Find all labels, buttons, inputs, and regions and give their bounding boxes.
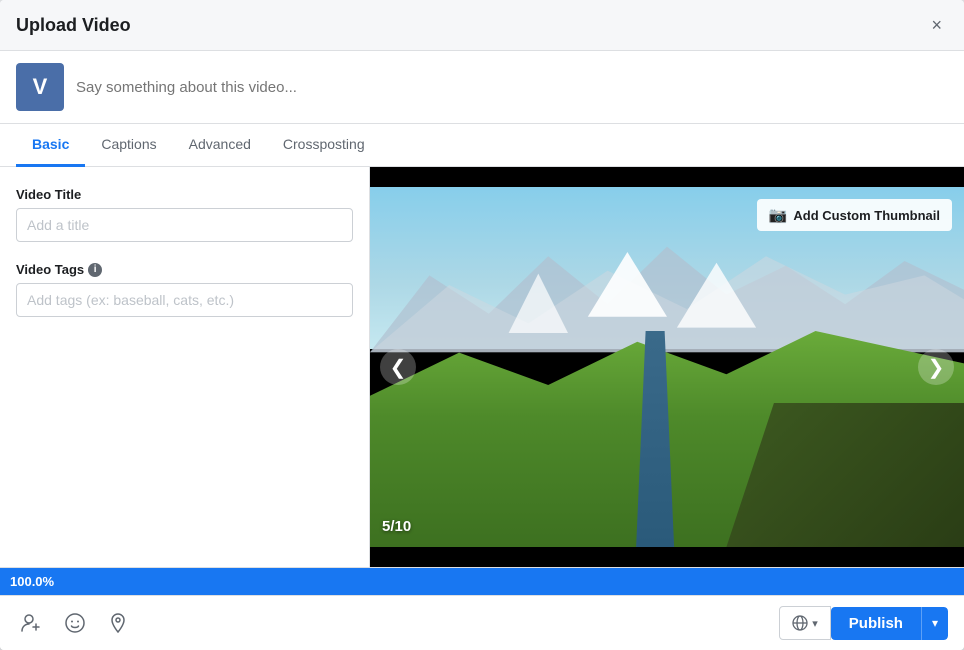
left-panel: Video Title Video Tags i: [0, 167, 370, 567]
footer-right: ▾ Publish ▾: [779, 606, 948, 640]
video-title-label: Video Title: [16, 187, 353, 202]
progress-bar-container: 100.0%: [0, 567, 964, 595]
audience-button[interactable]: ▾: [779, 606, 831, 640]
publish-button[interactable]: Publish: [831, 607, 921, 640]
video-thumbnail: 📷 Add Custom Thumbnail ❮ ❯ 5/10: [370, 187, 964, 547]
emoji-icon: [64, 612, 86, 634]
publish-dropdown-button[interactable]: ▾: [921, 607, 948, 640]
camera-icon: 📷: [769, 206, 788, 224]
tab-captions[interactable]: Captions: [85, 124, 172, 167]
avatar: V: [16, 63, 64, 111]
video-container: 📷 Add Custom Thumbnail ❮ ❯ 5/10: [370, 167, 964, 567]
modal-title: Upload Video: [16, 15, 131, 36]
publish-group: Publish ▾: [831, 607, 948, 640]
footer-left: [16, 608, 132, 638]
modal-header: Upload Video ×: [0, 0, 964, 51]
tab-basic[interactable]: Basic: [16, 124, 85, 167]
tab-crossposting[interactable]: Crossposting: [267, 124, 381, 167]
status-bar: V: [0, 51, 964, 124]
location-icon: [108, 612, 128, 634]
tags-info-icon[interactable]: i: [88, 263, 102, 277]
status-input[interactable]: [76, 79, 948, 96]
close-button[interactable]: ×: [925, 14, 948, 36]
video-title-input[interactable]: [16, 208, 353, 242]
slide-counter: 5/10: [382, 518, 411, 535]
video-tags-input[interactable]: [16, 283, 353, 317]
progress-text: 100.0%: [10, 574, 54, 589]
footer: ▾ Publish ▾: [0, 595, 964, 650]
snow-peaks: [370, 252, 964, 360]
progress-bar-fill: 100.0%: [0, 568, 964, 595]
upload-video-modal: Upload Video × V Basic Captions Advanced…: [0, 0, 964, 650]
tag-friend-icon: [20, 612, 42, 634]
prev-arrow[interactable]: ❮: [380, 349, 416, 385]
next-arrow[interactable]: ❯: [918, 349, 954, 385]
tab-advanced[interactable]: Advanced: [173, 124, 267, 167]
location-button[interactable]: [104, 608, 132, 638]
add-thumbnail-button[interactable]: 📷 Add Custom Thumbnail: [757, 199, 952, 231]
audience-dropdown-icon: ▾: [812, 617, 818, 630]
video-tags-label: Video Tags i: [16, 262, 353, 277]
emoji-button[interactable]: [60, 608, 90, 638]
right-panel: 📷 Add Custom Thumbnail ❮ ❯ 5/10: [370, 167, 964, 567]
tag-friend-button[interactable]: [16, 608, 46, 638]
content-area: Video Title Video Tags i: [0, 167, 964, 567]
tabs-container: Basic Captions Advanced Crossposting: [0, 124, 964, 167]
globe-icon: [792, 615, 808, 631]
